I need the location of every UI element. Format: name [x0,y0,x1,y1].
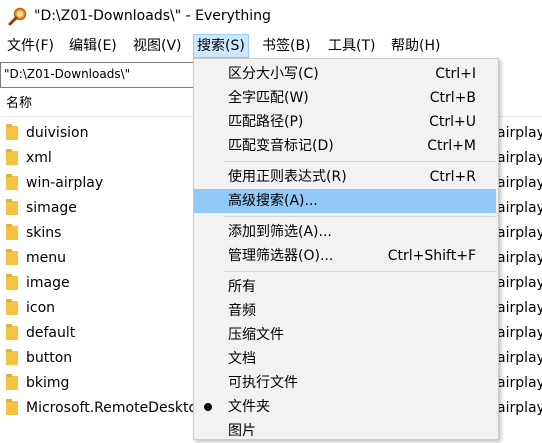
file-name: Microsoft.RemoteDeskto [26,400,198,416]
file-name: xml [26,150,52,166]
menu-item-label: 文件夹 [228,399,270,415]
menu-help[interactable]: 帮助(H) [388,35,443,57]
file-name: image [26,275,70,291]
folder-icon [6,324,18,340]
file-name: win-airplay [26,175,104,191]
column-name-header[interactable]: 名称 [6,94,32,114]
file-path: airplay [497,350,542,366]
menu-item-label: 匹配路径(P) [228,114,304,130]
title-bar: "D:\Z01-Downloads\" - Everything [0,0,542,32]
menu-item-label: 文档 [228,351,256,367]
menu-view[interactable]: 视图(V) [130,35,185,57]
menu-item-label: 压缩文件 [228,327,284,343]
menu-item-organize-filters[interactable]: 管理筛选器(O)... Ctrl+Shift+F [194,244,496,268]
menu-item-filter-audio[interactable]: 音频 [194,299,496,323]
file-path: airplay [497,375,542,391]
menu-separator [224,271,496,272]
file-name: menu [26,250,66,266]
file-name: button [26,350,73,366]
file-path: airplay [497,250,542,266]
menu-item-match-case[interactable]: 区分大小写(C) Ctrl+I [194,62,496,86]
folder-icon [6,149,18,165]
menu-tools[interactable]: 工具(T) [325,35,378,57]
menu-item-label: 使用正则表达式(R) [228,169,347,185]
folder-icon [6,274,18,290]
file-path: airplay [497,300,542,316]
menu-item-filter-folder[interactable]: 文件夹 [194,395,496,419]
menu-item-label: 管理筛选器(O)... [228,248,334,264]
file-name: simage [26,200,77,216]
folder-icon [6,249,18,265]
folder-icon [6,299,18,315]
menu-item-label: 匹配变音标记(D) [228,138,334,154]
menu-item-label: 所有 [228,279,256,295]
magnifier-app-icon [8,7,27,26]
menu-item-match-path[interactable]: 匹配路径(P) Ctrl+U [194,110,496,134]
file-name: skins [26,225,62,241]
menu-item-label: 全字匹配(W) [228,90,309,106]
search-input[interactable] [1,63,197,85]
file-path: airplay [497,150,542,166]
menu-bar: 文件(F) 编辑(E) 视图(V) 搜索(S) 书签(B) 工具(T) 帮助(H… [0,32,542,58]
menu-item-shortcut: Ctrl+I [435,66,476,82]
folder-icon [6,224,18,240]
menu-item-label: 可执行文件 [228,375,298,391]
menu-item-shortcut: Ctrl+B [429,90,476,106]
menu-item-filter-compressed[interactable]: 压缩文件 [194,323,496,347]
menu-item-label: 添加到筛选(A)... [228,224,332,240]
menu-item-add-to-filters[interactable]: 添加到筛选(A)... [194,220,496,244]
folder-icon [6,124,18,140]
file-path: airplay [497,125,542,141]
folder-icon [6,174,18,190]
folder-icon [6,399,18,415]
menu-item-filter-executable[interactable]: 可执行文件 [194,371,496,395]
menu-edit[interactable]: 编辑(E) [66,35,120,57]
folder-icon [6,199,18,215]
file-path: airplay [497,175,542,191]
file-name: icon [26,300,56,316]
menu-item-match-diacritics[interactable]: 匹配变音标记(D) Ctrl+M [194,134,496,158]
menu-separator [224,216,496,217]
radio-bullet-icon [204,403,212,411]
menu-bookmarks[interactable]: 书签(B) [259,35,314,57]
menu-item-filter-all[interactable]: 所有 [194,275,496,299]
menu-separator [224,161,496,162]
folder-icon [6,349,18,365]
menu-file[interactable]: 文件(F) [4,35,57,57]
search-box [0,62,201,88]
menu-item-shortcut: Ctrl+R [429,169,476,185]
file-name: default [26,325,76,341]
menu-search[interactable]: 搜索(S) [193,34,249,58]
window-title: "D:\Z01-Downloads\" - Everything [34,8,271,24]
folder-icon [6,374,18,390]
menu-item-shortcut: Ctrl+Shift+F [387,248,476,264]
file-path: airplay [497,200,542,216]
file-name: bkimg [26,375,70,391]
file-name: duivision [26,125,89,141]
menu-item-label: 高级搜索(A)... [228,193,318,209]
menu-item-shortcut: Ctrl+M [427,138,476,154]
file-path: airplay [497,225,542,241]
menu-item-filter-document[interactable]: 文档 [194,347,496,371]
file-path: airplay [497,275,542,291]
menu-item-filter-picture[interactable]: 图片 [194,419,496,443]
menu-item-use-regex[interactable]: 使用正则表达式(R) Ctrl+R [194,165,496,189]
menu-item-advanced-search[interactable]: 高级搜索(A)... [194,189,496,213]
menu-item-label: 区分大小写(C) [228,66,319,82]
file-path: airplay [497,400,542,416]
search-dropdown-menu: 区分大小写(C) Ctrl+I 全字匹配(W) Ctrl+B 匹配路径(P) C… [193,58,499,440]
menu-item-label: 图片 [228,423,256,439]
menu-item-match-whole-word[interactable]: 全字匹配(W) Ctrl+B [194,86,496,110]
file-path: airplay [497,325,542,341]
menu-item-shortcut: Ctrl+U [429,114,476,130]
menu-item-label: 音频 [228,303,256,319]
